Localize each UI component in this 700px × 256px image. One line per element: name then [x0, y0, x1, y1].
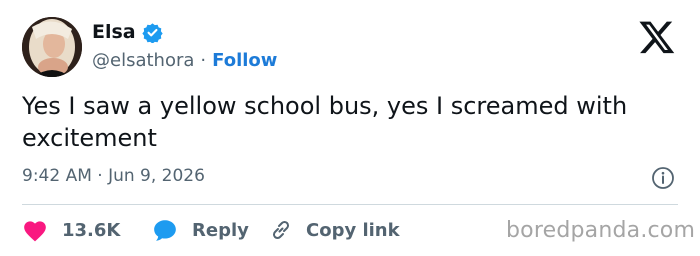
tweet-card: Elsa @elsathora · Follow Yes I saw a yel… — [0, 0, 700, 256]
heart-icon — [22, 218, 48, 242]
tweet-timestamp[interactable]: 9:42 AM · Jun 9, 2026 — [22, 166, 205, 186]
display-name[interactable]: Elsa — [92, 21, 136, 43]
author-handle[interactable]: @elsathora — [92, 50, 194, 71]
speech-bubble-icon — [152, 218, 178, 242]
x-logo-icon[interactable] — [638, 18, 676, 56]
reply-button[interactable]: Reply — [152, 218, 260, 242]
handle-separator: · — [200, 49, 207, 71]
verified-badge-icon — [141, 22, 163, 44]
copy-link-label: Copy link — [306, 219, 400, 241]
author-name-row: Elsa — [92, 19, 163, 45]
avatar[interactable] — [22, 17, 82, 77]
watermark: boredpanda.com — [506, 218, 696, 243]
like-button[interactable]: 13.6K — [22, 218, 128, 242]
action-bar: 13.6K Reply Copy link — [22, 215, 400, 245]
copy-link-button[interactable]: Copy link — [268, 218, 400, 242]
tweet-text: Yes I saw a yellow school bus, yes I scr… — [22, 92, 628, 152]
reply-label: Reply — [192, 219, 249, 241]
author-handle-row: @elsathora · Follow — [92, 48, 277, 72]
link-icon — [268, 218, 294, 242]
follow-button[interactable]: Follow — [212, 50, 277, 71]
divider — [22, 204, 678, 205]
info-icon[interactable] — [651, 166, 675, 190]
like-count: 13.6K — [62, 219, 121, 241]
